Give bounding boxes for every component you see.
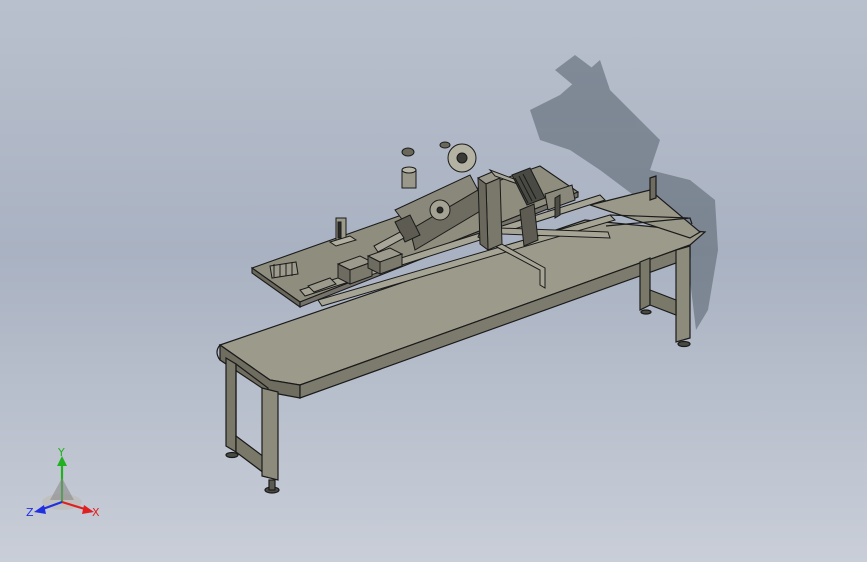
triad-cone — [50, 478, 74, 500]
y-axis-label: Y — [57, 448, 65, 459]
cad-model-canvas[interactable] — [0, 0, 867, 562]
graphics-viewport[interactable]: Y X Z — [0, 0, 867, 562]
view-orientation-triad[interactable]: Y X Z — [26, 448, 106, 522]
x-axis-label: X — [92, 506, 100, 519]
z-axis-arrow-icon — [34, 505, 46, 514]
z-axis-label: Z — [26, 506, 34, 519]
